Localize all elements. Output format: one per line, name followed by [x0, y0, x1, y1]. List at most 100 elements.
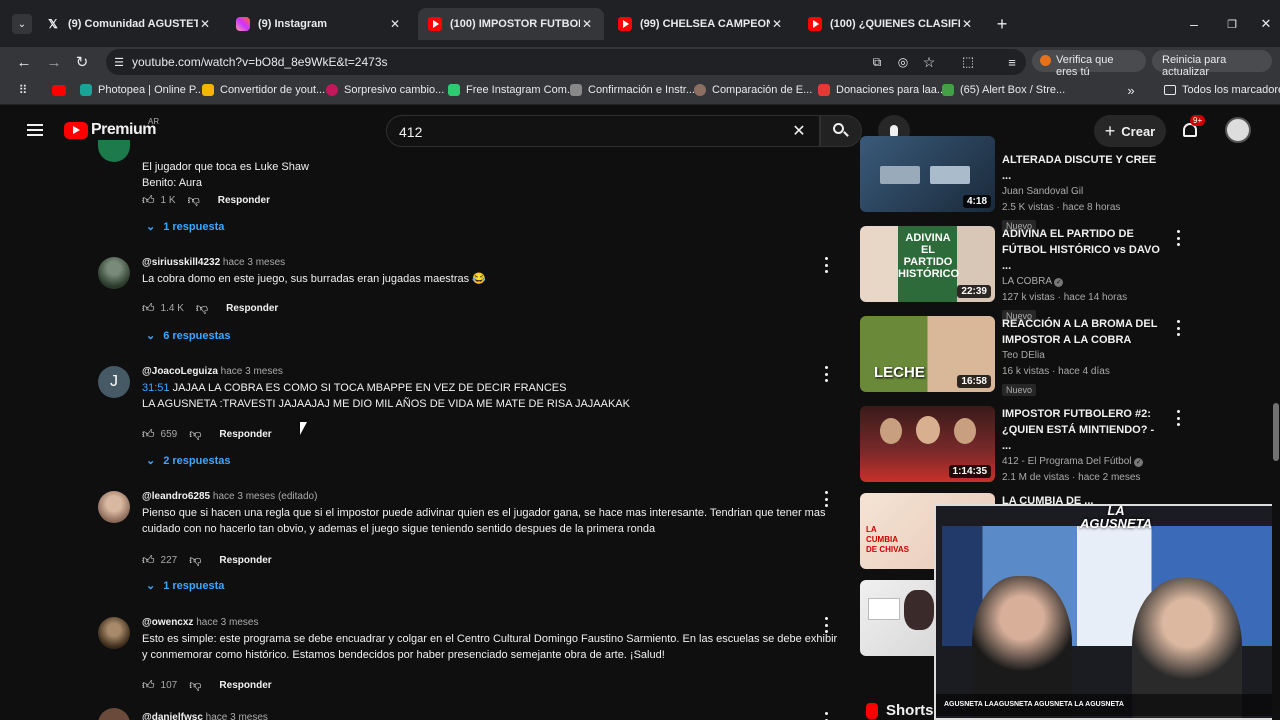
- recommended-video[interactable]: LECHE 16:58 REACCIÓN A LA BROMA DEL IMPO…: [860, 316, 1180, 400]
- comment-author[interactable]: @JoacoLeguiza: [142, 366, 218, 377]
- restart-to-update-button[interactable]: Reinicia para actualizar: [1152, 50, 1272, 78]
- recommended-video[interactable]: 4:18 ALTERADA DISCUTE Y CREE ... Juan Sa…: [860, 136, 1180, 232]
- back-icon[interactable]: ←: [14, 52, 34, 72]
- dislike-icon[interactable]: 👎︎: [188, 193, 200, 208]
- clear-search-icon[interactable]: ✕: [791, 123, 807, 140]
- media-controls-icon[interactable]: ≡: [1002, 52, 1022, 72]
- scrollbar-thumb[interactable]: [1273, 403, 1279, 461]
- avatar[interactable]: J: [98, 366, 130, 398]
- channel-name[interactable]: Teo DElia: [1002, 348, 1162, 364]
- dislike-icon[interactable]: 👎︎: [189, 678, 201, 693]
- video-title[interactable]: REACCIÓN A LA BROMA DEL IMPOSTOR A LA CO…: [1002, 316, 1162, 348]
- bookmark-star-icon[interactable]: ☆: [920, 53, 938, 71]
- notifications-button[interactable]: 9+: [1180, 115, 1206, 143]
- dislike-icon[interactable]: 👎︎: [196, 301, 208, 316]
- comment-author[interactable]: @owencxz: [142, 617, 193, 628]
- bookmark-free-instagram[interactable]: Free Instagram Com...: [448, 84, 576, 96]
- new-tab-icon[interactable]: +: [992, 14, 1012, 34]
- all-bookmarks-folder[interactable]: Todos los marcadores: [1164, 84, 1280, 96]
- comment-time[interactable]: hace 3 meses (editado): [213, 491, 318, 502]
- page-scrollbar[interactable]: [1272, 155, 1280, 720]
- avatar[interactable]: [98, 140, 130, 162]
- tab-comunidad[interactable]: 𝕏 (9) Comunidad AGUSTETISMO | ✕: [36, 8, 222, 40]
- replies-toggle[interactable]: ⌄ 1 respuesta: [146, 579, 224, 593]
- video-title[interactable]: ADIVINA EL PARTIDO DE FÚTBOL HISTÓRICO v…: [1002, 226, 1162, 274]
- close-tab-icon[interactable]: ✕: [960, 17, 974, 31]
- dislike-icon[interactable]: 👎︎: [189, 553, 201, 568]
- comment-time[interactable]: hace 3 meses: [206, 712, 268, 720]
- tab-impostor-futbolero[interactable]: (100) IMPOSTOR FUTBOLERO: ¿ ✕: [418, 8, 604, 40]
- youtube-premium-logo[interactable]: Premium AR: [64, 117, 159, 139]
- comment-author[interactable]: @danielfwsc: [142, 712, 203, 720]
- avatar[interactable]: [98, 257, 130, 289]
- install-app-icon[interactable]: ⧉: [868, 53, 886, 71]
- account-avatar[interactable]: [1225, 117, 1251, 143]
- avatar[interactable]: [98, 708, 130, 720]
- bookmark-donaciones[interactable]: Donaciones para laa...: [818, 84, 946, 96]
- comment-author[interactable]: @siriusskill4232: [142, 257, 220, 268]
- video-more-options-icon[interactable]: [1174, 230, 1182, 246]
- tab-search-chevron-icon[interactable]: ⌄: [12, 14, 32, 34]
- restore-icon[interactable]: ❐: [1222, 14, 1242, 34]
- bookmark-photopea[interactable]: Photopea | Online P...: [80, 84, 204, 96]
- forward-icon[interactable]: →: [44, 52, 64, 72]
- close-window-icon[interactable]: ✕: [1256, 14, 1276, 34]
- comment-more-options-icon[interactable]: [822, 257, 830, 273]
- comment-more-options-icon[interactable]: [822, 712, 830, 720]
- bookmark-convertidor[interactable]: Convertidor de yout...: [202, 84, 325, 96]
- comment-time[interactable]: hace 3 meses: [221, 366, 283, 377]
- tab-instagram[interactable]: (9) Instagram ✕: [226, 8, 412, 40]
- bookmark-alert-box[interactable]: (65) Alert Box / Stre...: [942, 84, 1065, 96]
- comment-more-options-icon[interactable]: [822, 491, 830, 507]
- avatar[interactable]: [98, 491, 130, 523]
- comment-more-options-icon[interactable]: [822, 617, 830, 633]
- more-bookmarks-chevron-icon[interactable]: »: [1124, 83, 1138, 98]
- like-icon[interactable]: 👍︎: [142, 678, 155, 693]
- comment-author[interactable]: @leandro6285: [142, 491, 210, 502]
- reply-button[interactable]: Responder: [226, 303, 278, 314]
- replies-toggle[interactable]: ⌄ 1 respuesta: [146, 220, 224, 234]
- hamburger-menu-icon[interactable]: [27, 124, 43, 136]
- replies-toggle[interactable]: ⌄ 6 respuestas: [146, 329, 230, 343]
- bookmark-sorpresivo[interactable]: Sorpresivo cambio...: [326, 84, 444, 96]
- video-title[interactable]: ALTERADA DISCUTE Y CREE ...: [1002, 152, 1162, 184]
- close-tab-icon[interactable]: ✕: [580, 17, 594, 31]
- like-icon[interactable]: 👍︎: [142, 193, 155, 208]
- site-settings-icon[interactable]: ☰: [112, 54, 126, 70]
- extensions-icon[interactable]: ⬚: [958, 52, 978, 72]
- reply-button[interactable]: Responder: [219, 429, 271, 440]
- channel-name[interactable]: Juan Sandoval Gil: [1002, 184, 1162, 200]
- url-text[interactable]: youtube.com/watch?v=bO8d_8e9WkE&t=2473s: [132, 55, 388, 69]
- reply-button[interactable]: Responder: [219, 555, 271, 566]
- video-thumbnail[interactable]: 1:14:35: [860, 406, 995, 482]
- reply-button[interactable]: Responder: [218, 195, 270, 206]
- tracking-protection-icon[interactable]: ◎: [894, 53, 912, 71]
- bookmark-comparacion[interactable]: Comparación de E...: [694, 84, 812, 96]
- video-thumbnail[interactable]: LECHE 16:58: [860, 316, 995, 392]
- tab-quienes-clasifican[interactable]: (100) ¿QUIENES CLASIFICAN EN ✕: [798, 8, 984, 40]
- avatar[interactable]: [98, 617, 130, 649]
- close-tab-icon[interactable]: ✕: [770, 17, 784, 31]
- like-icon[interactable]: 👍︎: [142, 301, 155, 316]
- dislike-icon[interactable]: 👎︎: [189, 427, 201, 442]
- comment-time[interactable]: hace 3 meses: [223, 257, 285, 268]
- close-tab-icon[interactable]: ✕: [198, 17, 212, 31]
- close-tab-icon[interactable]: ✕: [388, 17, 402, 31]
- minimize-icon[interactable]: –: [1184, 14, 1204, 34]
- verify-identity-button[interactable]: Verifica que eres tú: [1032, 50, 1146, 78]
- replies-toggle[interactable]: ⌄ 2 respuestas: [146, 454, 230, 468]
- video-thumbnail[interactable]: 4:18: [860, 136, 995, 212]
- address-bar[interactable]: ☰ youtube.com/watch?v=bO8d_8e9WkE&t=2473…: [106, 49, 1026, 75]
- tab-chelsea[interactable]: (99) CHELSEA CAMPEON DEL M ✕: [608, 8, 794, 40]
- video-timestamp-link[interactable]: 31:51: [142, 382, 170, 394]
- like-icon[interactable]: 👍︎: [142, 427, 155, 442]
- channel-name[interactable]: LA COBRA: [1002, 276, 1051, 287]
- video-thumbnail[interactable]: ADIVINA EL PARTIDO HISTÓRICO 22:39: [860, 226, 995, 302]
- search-input[interactable]: [399, 122, 759, 142]
- recommended-video[interactable]: ADIVINA EL PARTIDO HISTÓRICO 22:39 ADIVI…: [860, 226, 1182, 322]
- channel-name[interactable]: 412 - El Programa Del Fútbol: [1002, 456, 1132, 467]
- comment-more-options-icon[interactable]: [822, 366, 830, 382]
- video-more-options-icon[interactable]: [1174, 320, 1182, 336]
- like-icon[interactable]: 👍︎: [142, 553, 155, 568]
- comment-time[interactable]: hace 3 meses: [196, 617, 258, 628]
